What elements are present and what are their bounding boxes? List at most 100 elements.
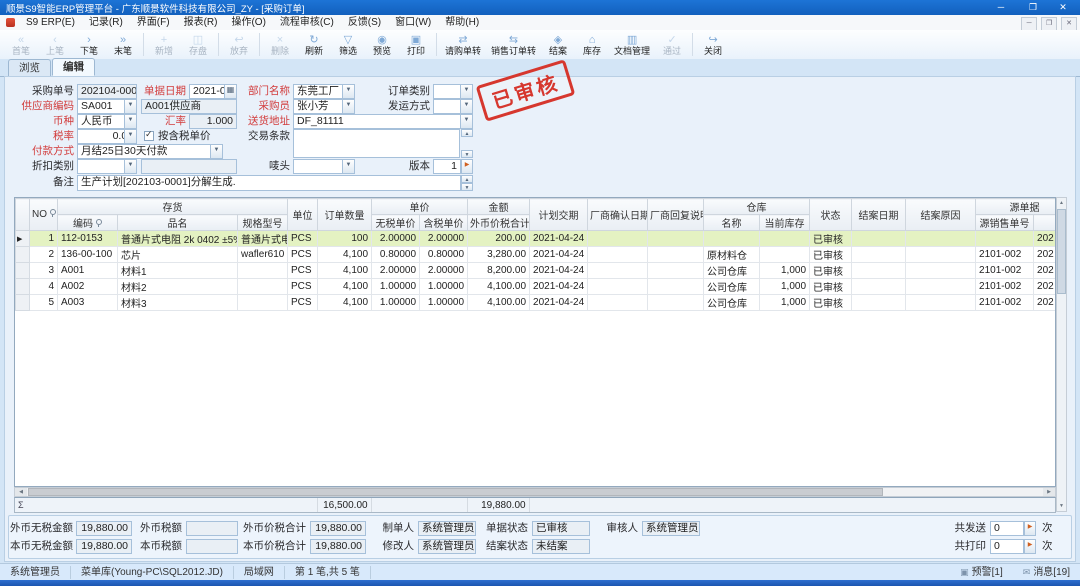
scroll-right-arrow-icon[interactable] xyxy=(1043,488,1055,496)
grid-cell[interactable]: 112-0153 xyxy=(58,231,118,247)
scroll-left-arrow-icon[interactable] xyxy=(15,488,27,496)
grid-cell[interactable]: 2021-04-24 xyxy=(530,231,588,247)
grid-cell[interactable]: 4,100 xyxy=(318,263,372,279)
col-header-due-date[interactable]: 计划交期 xyxy=(530,199,588,231)
col-header-no[interactable]: NO xyxy=(30,199,58,231)
grid-cell[interactable]: 2021-04-24 xyxy=(530,279,588,295)
menu-item-1[interactable]: 界面(F) xyxy=(130,17,177,28)
grid-cell[interactable]: 原材料仓 xyxy=(704,247,760,263)
terms-scroll-up-button[interactable] xyxy=(461,129,473,137)
toolbar-button-documents[interactable]: ▥文档管理 xyxy=(609,30,655,59)
toolbar-button-close[interactable]: ↪关闭 xyxy=(696,30,730,59)
grid-cell[interactable]: PCS xyxy=(288,279,318,295)
grid-cell[interactable]: 4,100 xyxy=(318,279,372,295)
grid-cell[interactable]: 2021-04-24 xyxy=(530,247,588,263)
grid-cell[interactable]: 2101-002 xyxy=(976,263,1034,279)
grid-cell[interactable]: 普通片式电阻 2k 0402 ±5% 1/16W xyxy=(118,231,238,247)
col-header-status[interactable]: 状态 xyxy=(810,199,852,231)
grid-cell[interactable]: 2.00000 xyxy=(372,231,420,247)
grid-cell[interactable]: 2 xyxy=(30,247,58,263)
grid-cell[interactable] xyxy=(852,279,906,295)
toolbar-button-refresh[interactable]: ↻刷新 xyxy=(297,30,331,59)
grid-cell[interactable] xyxy=(760,247,810,263)
horizontal-scrollbar-thumb[interactable] xyxy=(28,488,883,496)
grid-cell[interactable]: 3 xyxy=(30,263,58,279)
grid-cell[interactable] xyxy=(588,231,648,247)
tab-browse[interactable]: 浏览 xyxy=(8,59,51,76)
grid-cell[interactable] xyxy=(906,263,976,279)
col-header-close-reason[interactable]: 结案原因 xyxy=(906,199,976,231)
col-header-amount-total[interactable]: 外币价税合计 xyxy=(468,215,530,231)
col-header-vendor-reply[interactable]: 厂商回复说明 xyxy=(648,199,704,231)
table-row[interactable]: 5A003材料3PCS4,1001.000001.000004,100.0020… xyxy=(16,295,1057,311)
grid-cell[interactable]: 公司仓库 xyxy=(704,279,760,295)
tab-edit[interactable]: 编辑 xyxy=(52,58,95,76)
grid-cell[interactable]: A003 xyxy=(58,295,118,311)
grid-cell[interactable] xyxy=(906,231,976,247)
table-row[interactable]: 4A002材料2PCS4,1001.000001.000004,100.0020… xyxy=(16,279,1057,295)
grid-cell[interactable]: 4,100 xyxy=(318,295,372,311)
grid-cell[interactable] xyxy=(648,247,704,263)
menu-item-6[interactable]: 窗口(W) xyxy=(388,17,438,28)
grid-cell[interactable]: 2101-002 xyxy=(976,247,1034,263)
col-header-close-date[interactable]: 结案日期 xyxy=(852,199,906,231)
grid-cell[interactable]: 4 xyxy=(30,279,58,295)
grid-cell[interactable]: 1.00000 xyxy=(420,295,468,311)
grid-cell[interactable]: 1.00000 xyxy=(372,279,420,295)
grid-cell[interactable] xyxy=(906,247,976,263)
terms-scroll-down-button[interactable] xyxy=(461,150,473,158)
grid-cell[interactable]: PCS xyxy=(288,247,318,263)
group-header-amount[interactable]: 金额 xyxy=(468,199,530,215)
grid-cell[interactable]: 0.80000 xyxy=(372,247,420,263)
toolbar-button-last[interactable]: »末笔 xyxy=(106,30,140,59)
grid-cell[interactable]: 公司仓库 xyxy=(704,263,760,279)
grid-cell[interactable] xyxy=(852,263,906,279)
grid-cell[interactable]: PCS xyxy=(288,231,318,247)
dept-dropdown-button[interactable] xyxy=(342,84,355,99)
col-header-wh-stock[interactable]: 当前库存 xyxy=(760,215,810,231)
remark-scroll-up-button[interactable] xyxy=(461,175,473,183)
row-selector[interactable] xyxy=(16,247,30,263)
scroll-down-arrow-icon[interactable] xyxy=(1057,501,1066,511)
buyer-dropdown-button[interactable] xyxy=(342,99,355,114)
grid-cell[interactable] xyxy=(238,295,288,311)
discount-dropdown-button[interactable] xyxy=(124,159,137,174)
toolbar-button-transfer-so[interactable]: ⇆销售订单转 xyxy=(486,30,541,59)
grid-cell[interactable]: 2021-04-24 xyxy=(530,263,588,279)
order-type-dropdown-button[interactable] xyxy=(460,84,473,99)
grid-cell[interactable]: 5 xyxy=(30,295,58,311)
selector-column-header[interactable] xyxy=(16,199,30,231)
col-header-unit[interactable]: 单位 xyxy=(288,199,318,231)
remark-scroll-down-button[interactable] xyxy=(461,183,473,191)
col-header-source-clipped[interactable] xyxy=(1034,215,1056,231)
grid-cell[interactable]: 芯片 xyxy=(118,247,238,263)
grid-cell[interactable]: 普通片式电阻… xyxy=(238,231,288,247)
col-header-vendor-confirm[interactable]: 厂商确认日期 xyxy=(588,199,648,231)
grid-cell[interactable]: wafler610 xyxy=(238,247,288,263)
grid-cell[interactable]: 已审核 xyxy=(810,231,852,247)
ship-method-dropdown-button[interactable] xyxy=(460,99,473,114)
menu-item-5[interactable]: 反馈(S) xyxy=(341,17,388,28)
col-header-price-untaxed[interactable]: 无税单价 xyxy=(372,215,420,231)
grid-cell[interactable] xyxy=(588,247,648,263)
mdi-restore-button[interactable] xyxy=(1041,17,1057,31)
version-field[interactable]: 1 xyxy=(433,159,461,174)
grid-cell[interactable]: 100 xyxy=(318,231,372,247)
grid-cell[interactable] xyxy=(852,295,906,311)
col-header-code[interactable]: 编码 xyxy=(58,215,118,231)
currency-dropdown-button[interactable] xyxy=(124,114,137,129)
grid-cell[interactable]: 202 xyxy=(1034,279,1056,295)
grid-cell[interactable]: 材料1 xyxy=(118,263,238,279)
grid-cell[interactable]: 1.00000 xyxy=(420,279,468,295)
table-row[interactable]: 3A001材料1PCS4,1002.000002.000008,200.0020… xyxy=(16,263,1057,279)
grid-cell[interactable]: 202 xyxy=(1034,247,1056,263)
grid-cell[interactable]: 1,000 xyxy=(760,279,810,295)
grid-cell[interactable]: 已审核 xyxy=(810,247,852,263)
grid-cell[interactable] xyxy=(852,231,906,247)
col-header-wh-name[interactable]: 名称 xyxy=(704,215,760,231)
grid-cell[interactable]: 已审核 xyxy=(810,279,852,295)
col-header-source-so[interactable]: 源销售单号 xyxy=(976,215,1034,231)
grid-cell[interactable] xyxy=(588,263,648,279)
grid-cell[interactable] xyxy=(704,231,760,247)
col-header-qty[interactable]: 订单数量 xyxy=(318,199,372,231)
